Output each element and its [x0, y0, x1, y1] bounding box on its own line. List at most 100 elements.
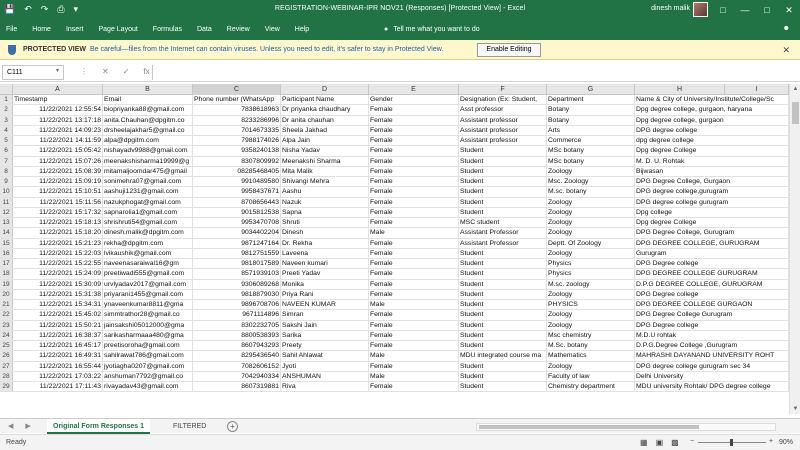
column-header-h[interactable]: H: [635, 84, 725, 95]
institute-cell[interactable]: Dpg degree College: [635, 146, 789, 156]
institute-cell[interactable]: Bijwasan: [635, 166, 789, 176]
timestamp-cell[interactable]: 11/22/2021 15:45:02: [13, 310, 103, 320]
gender-cell[interactable]: Female: [369, 269, 459, 279]
row-header[interactable]: 21: [0, 300, 13, 310]
phone-cell[interactable]: 9953470708: [193, 218, 281, 228]
participant-name-cell[interactable]: Nazuk: [281, 197, 369, 207]
email-cell[interactable]: drsheelajakhar5@gmail.co: [103, 125, 193, 135]
department-cell[interactable]: Physics: [547, 259, 635, 269]
close-icon[interactable]: ✕: [782, 45, 790, 56]
designation-cell[interactable]: Student: [459, 248, 547, 258]
timestamp-cell[interactable]: 11/22/2021 15:05:42: [13, 146, 103, 156]
phone-cell[interactable]: 8607319881: [193, 382, 281, 392]
phone-cell[interactable]: 7838618963: [193, 105, 281, 115]
participant-name-cell[interactable]: Monika: [281, 279, 369, 289]
email-cell[interactable]: preetiwadi555@gmail.com: [103, 269, 193, 279]
email-cell[interactable]: alpa@dpgitm.com: [103, 136, 193, 146]
timestamp-cell[interactable]: 11/22/2021 15:21:23: [13, 238, 103, 248]
gender-cell[interactable]: Female: [369, 361, 459, 371]
sheet-tab-filtered[interactable]: FILTERED: [167, 419, 212, 434]
gender-cell[interactable]: Male: [369, 300, 459, 310]
designation-cell[interactable]: Student: [459, 166, 547, 176]
designation-cell[interactable]: Student: [459, 177, 547, 187]
department-cell[interactable]: Zoology: [547, 320, 635, 330]
designation-cell[interactable]: Asst professor: [459, 105, 547, 115]
row-header[interactable]: 10: [0, 187, 13, 197]
timestamp-cell[interactable]: 11/22/2021 15:18:20: [13, 228, 103, 238]
timestamp-cell[interactable]: 11/22/2021 15:22:55: [13, 259, 103, 269]
sheet-next-icon[interactable]: ▶: [25, 422, 30, 430]
participant-name-cell[interactable]: Jyoti: [281, 361, 369, 371]
phone-cell[interactable]: 08285468405: [193, 166, 281, 176]
designation-cell[interactable]: Student: [459, 156, 547, 166]
email-cell[interactable]: aashuji1231@gmail.com: [103, 187, 193, 197]
designation-cell[interactable]: Assistant Professor: [459, 228, 547, 238]
email-cell[interactable]: jainsakshi05012000@gma: [103, 320, 193, 330]
email-cell[interactable]: nazukphogat@gmail.com: [103, 197, 193, 207]
phone-cell[interactable]: 8571939103: [193, 269, 281, 279]
designation-cell[interactable]: Student: [459, 259, 547, 269]
timestamp-cell[interactable]: 11/22/2021 13:17:18: [13, 115, 103, 125]
gender-cell[interactable]: Female: [369, 177, 459, 187]
designation-cell[interactable]: Assistant professor: [459, 125, 547, 135]
institute-cell[interactable]: Dpg college: [635, 207, 789, 217]
column-header-a[interactable]: A: [13, 84, 103, 95]
department-cell[interactable]: Zoology: [547, 310, 635, 320]
email-cell[interactable]: naveenasaraiwal16@gm: [103, 259, 193, 269]
department-cell[interactable]: Botany: [547, 105, 635, 115]
institute-cell[interactable]: Dpg degree college, gurgaon, haryana: [635, 105, 789, 115]
institute-cell[interactable]: DPG Degree college: [635, 289, 789, 299]
phone-cell[interactable]: 8708656443: [193, 197, 281, 207]
row-header[interactable]: 25: [0, 341, 13, 351]
email-cell[interactable]: nishayadv9988@gmail.com: [103, 146, 193, 156]
department-cell[interactable]: Zoology: [547, 166, 635, 176]
page-break-view-icon[interactable]: ▩: [671, 438, 679, 447]
designation-cell[interactable]: Student: [459, 341, 547, 351]
institute-cell[interactable]: DPG degree college gurugram sec 34: [635, 361, 789, 371]
institute-cell[interactable]: DPG DEGREE COLLEGE, GURUGRAM: [635, 238, 789, 248]
gender-cell[interactable]: Male: [369, 351, 459, 361]
row-header[interactable]: 16: [0, 248, 13, 258]
phone-cell[interactable]: 9358240138: [193, 146, 281, 156]
timestamp-cell[interactable]: 11/22/2021 15:11:56: [13, 197, 103, 207]
email-cell[interactable]: sonimehra07@gmail.com: [103, 177, 193, 187]
ribbon-display-options-icon[interactable]: □: [712, 0, 734, 20]
designation-cell[interactable]: Student: [459, 279, 547, 289]
timestamp-cell[interactable]: 11/22/2021 16:38:37: [13, 330, 103, 340]
timestamp-cell[interactable]: 11/22/2021 16:49:31: [13, 351, 103, 361]
normal-view-icon[interactable]: ▦: [640, 438, 648, 447]
phone-cell[interactable]: 8302232705: [193, 320, 281, 330]
phone-cell[interactable]: 9910489580: [193, 177, 281, 187]
zoom-slider[interactable]: [698, 439, 766, 446]
participant-name-cell[interactable]: Preeti Yadav: [281, 269, 369, 279]
gender-cell[interactable]: Female: [369, 320, 459, 330]
phone-cell[interactable]: 7082606152: [193, 361, 281, 371]
phone-cell[interactable]: 7014673335: [193, 125, 281, 135]
participant-name-cell[interactable]: Dr priyanka chaudhary: [281, 105, 369, 115]
institute-cell[interactable]: M.D.U rohtak: [635, 330, 789, 340]
phone-cell[interactable]: 9015812538: [193, 207, 281, 217]
participant-name-cell[interactable]: Shruti: [281, 218, 369, 228]
row-header[interactable]: 12: [0, 207, 13, 217]
email-cell[interactable]: lvikaushik@gmail.com: [103, 248, 193, 258]
gender-cell[interactable]: Female: [369, 330, 459, 340]
select-all-corner[interactable]: [0, 84, 13, 95]
header-cell-institute[interactable]: Name & City of University/Institute/Coll…: [635, 95, 789, 105]
gender-cell[interactable]: Female: [369, 289, 459, 299]
participant-name-cell[interactable]: Riva: [281, 382, 369, 392]
participant-name-cell[interactable]: Dr. Rekha: [281, 238, 369, 248]
phone-cell[interactable]: 9812751559: [193, 248, 281, 258]
phone-cell[interactable]: 9306089268: [193, 279, 281, 289]
participant-name-cell[interactable]: Sapna: [281, 207, 369, 217]
participant-name-cell[interactable]: Sarika: [281, 330, 369, 340]
vertical-scrollbar[interactable]: ▲ ▼: [789, 84, 800, 414]
institute-cell[interactable]: M. D. U. Rohtak: [635, 156, 789, 166]
designation-cell[interactable]: Student: [459, 330, 547, 340]
department-cell[interactable]: Zoology: [547, 228, 635, 238]
zoom-slider-knob[interactable]: [730, 439, 733, 446]
header-cell-designation[interactable]: Designation (Ex: Student,: [459, 95, 547, 105]
row-header[interactable]: 6: [0, 146, 13, 156]
designation-cell[interactable]: Student: [459, 269, 547, 279]
department-cell[interactable]: Zoology: [547, 361, 635, 371]
phone-cell[interactable]: 7042940334: [193, 371, 281, 381]
